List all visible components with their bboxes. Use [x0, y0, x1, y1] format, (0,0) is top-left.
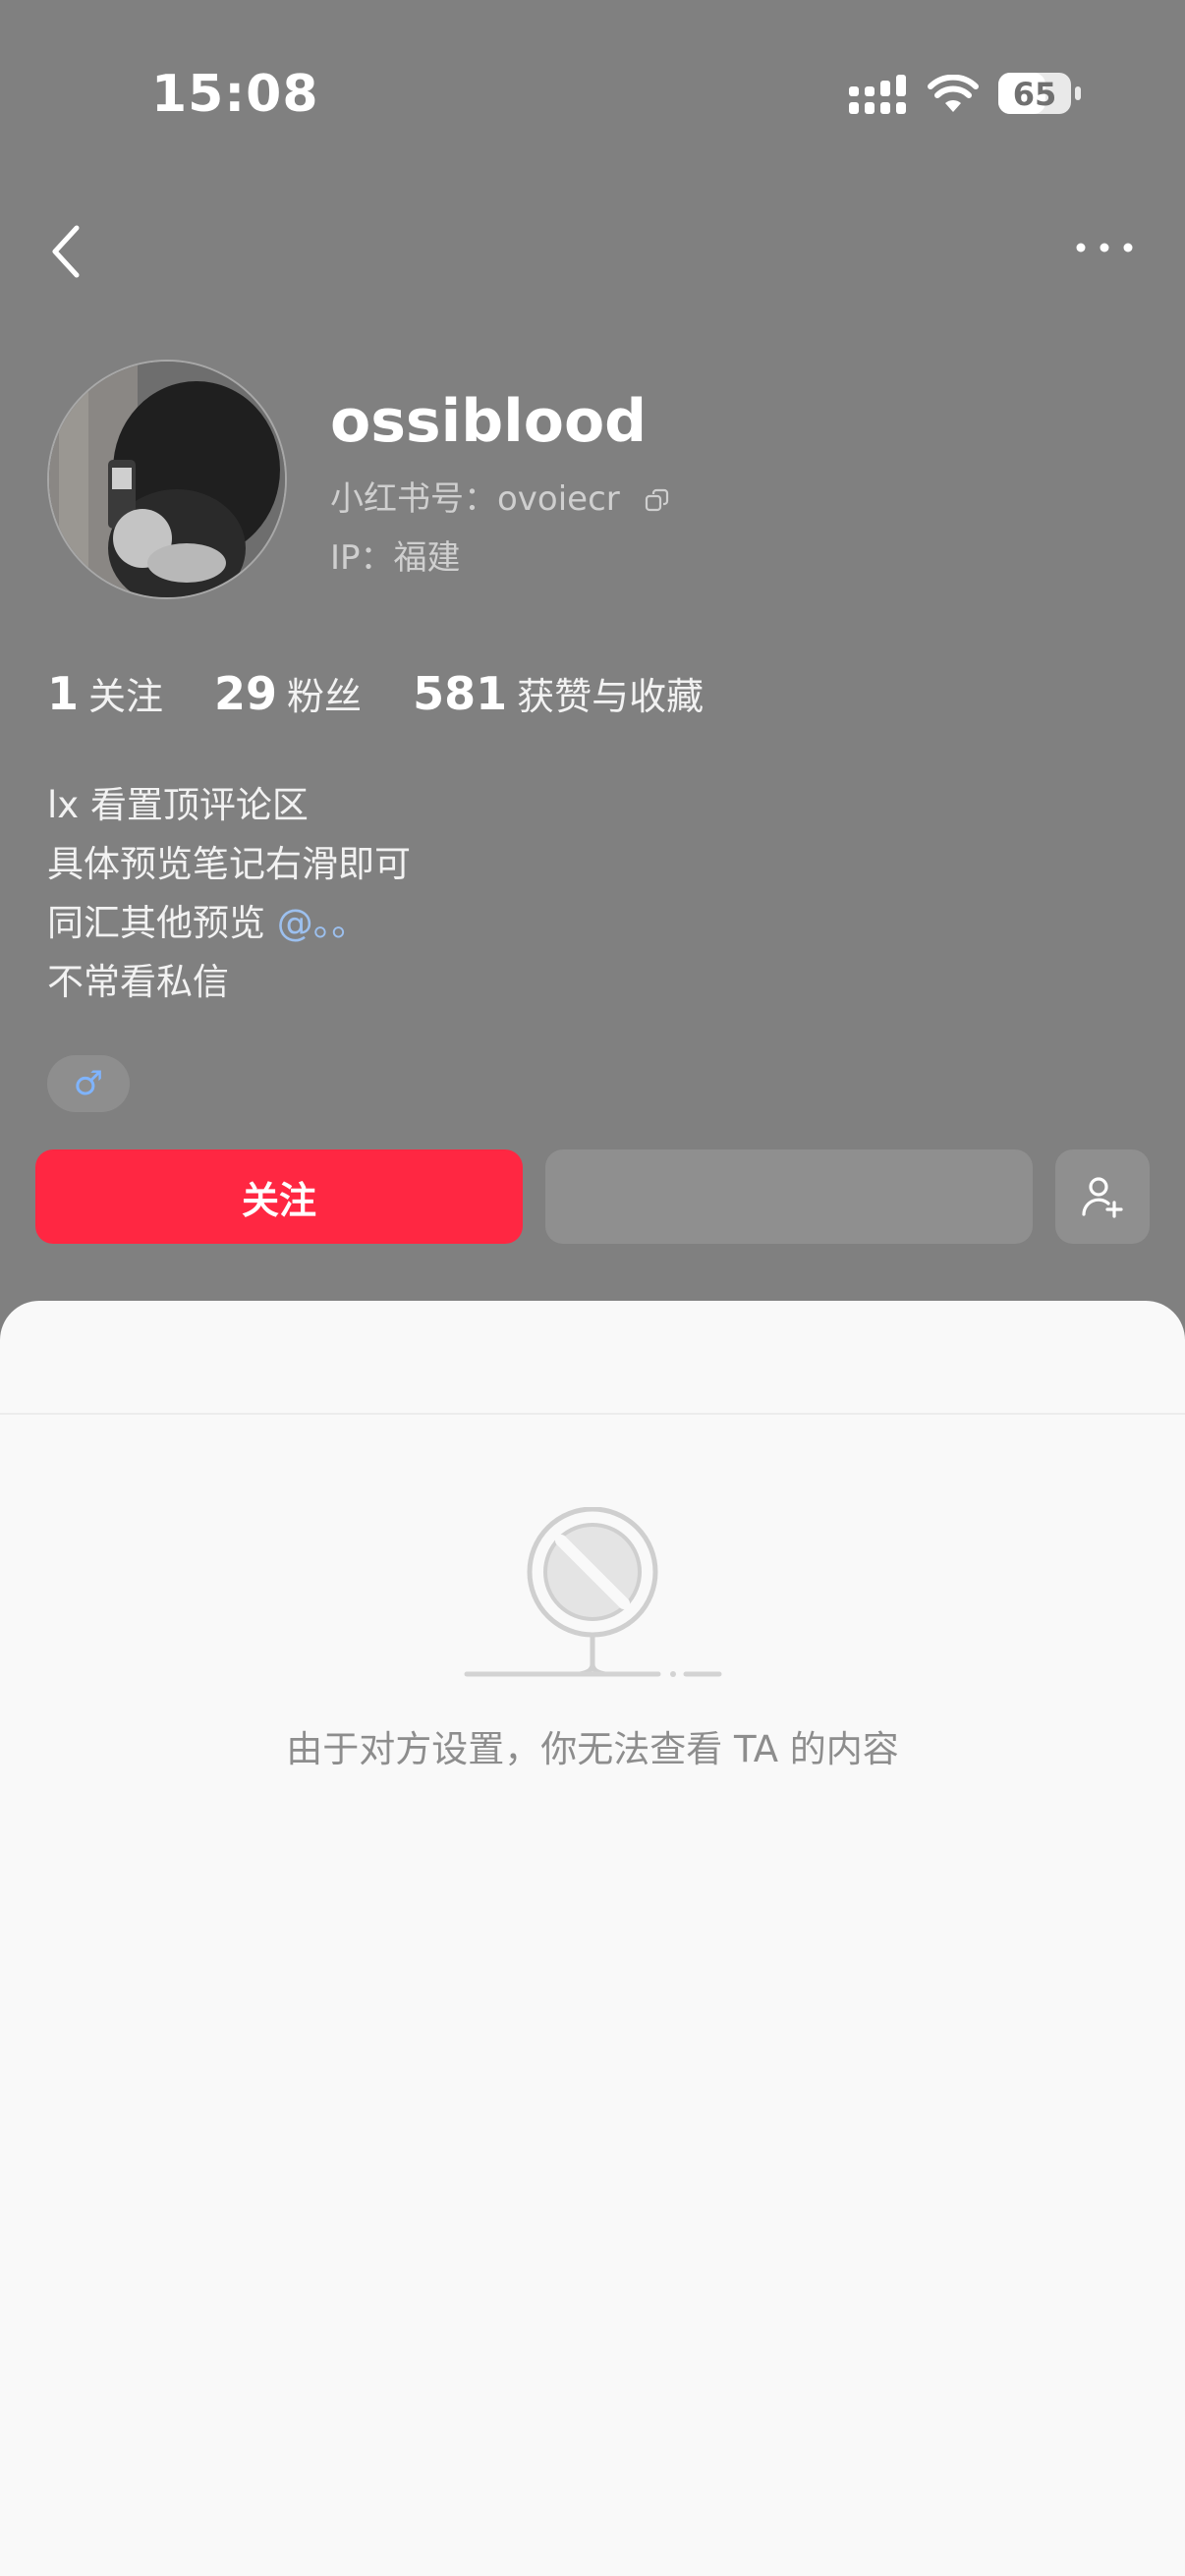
more-dots-icon[interactable]: [1067, 226, 1146, 269]
bio-line: 具体预览笔记右滑即可: [47, 843, 411, 885]
stat-value: 581: [413, 667, 508, 720]
message-button[interactable]: [545, 1149, 1033, 1244]
male-icon: ♂: [73, 1064, 104, 1103]
add-user-icon: [1082, 1177, 1123, 1218]
top-nav: [0, 196, 1185, 305]
stat-followers[interactable]: 29 粉丝: [214, 666, 362, 720]
stat-value: 29: [214, 667, 278, 720]
avatar[interactable]: [47, 360, 287, 599]
profile-id-line: 小红书号：ovoiecr: [330, 472, 670, 520]
cellular-signal-icon: [849, 75, 906, 114]
profile-ip: IP：福建: [330, 538, 461, 578]
stat-label: 获赞与收藏: [517, 675, 705, 718]
bio-line: lx 看置顶评论区: [47, 784, 309, 826]
divider: [0, 1413, 1185, 1415]
profile-stats: 1 关注 29 粉丝 581 获赞与收藏: [47, 666, 755, 720]
bio-line: 同汇其他预览 @。。: [47, 894, 411, 953]
wifi-icon: [928, 75, 979, 112]
empty-state-message: 由于对方设置，你无法查看 TA 的内容: [286, 1728, 899, 1770]
profile-id: 小红书号：ovoiecr: [330, 479, 620, 519]
bio-line: 不常看私信: [47, 961, 229, 1003]
stat-following[interactable]: 1 关注: [47, 666, 163, 720]
bio-text: 同汇其他预览: [47, 902, 277, 944]
status-bar: 15:08 65: [0, 0, 1185, 187]
gender-badge: ♂: [47, 1055, 130, 1112]
profile-name: ossiblood: [330, 387, 648, 456]
status-time: 15:08: [151, 65, 319, 124]
battery-level: 65: [1012, 76, 1057, 113]
add-friend-button[interactable]: [1055, 1149, 1150, 1244]
bio-mention-link[interactable]: @。。: [277, 902, 368, 944]
chevron-left-icon[interactable]: [37, 220, 96, 283]
avatar-image: [49, 362, 285, 597]
stat-label: 关注: [88, 675, 164, 718]
stat-label: 粉丝: [287, 675, 363, 718]
follow-button[interactable]: 关注: [35, 1149, 523, 1244]
restricted-content-illustration: [464, 1507, 722, 1677]
battery-icon: 65: [998, 73, 1081, 116]
stat-value: 1: [47, 667, 80, 720]
content-panel: 由于对方设置，你无法查看 TA 的内容: [0, 1301, 1185, 2576]
profile-bio: lx 看置顶评论区 具体预览笔记右滑即可 同汇其他预览 @。。 不常看私信: [47, 776, 411, 1012]
copy-icon[interactable]: [645, 488, 670, 514]
stat-likes-collections[interactable]: 581 获赞与收藏: [413, 666, 704, 720]
